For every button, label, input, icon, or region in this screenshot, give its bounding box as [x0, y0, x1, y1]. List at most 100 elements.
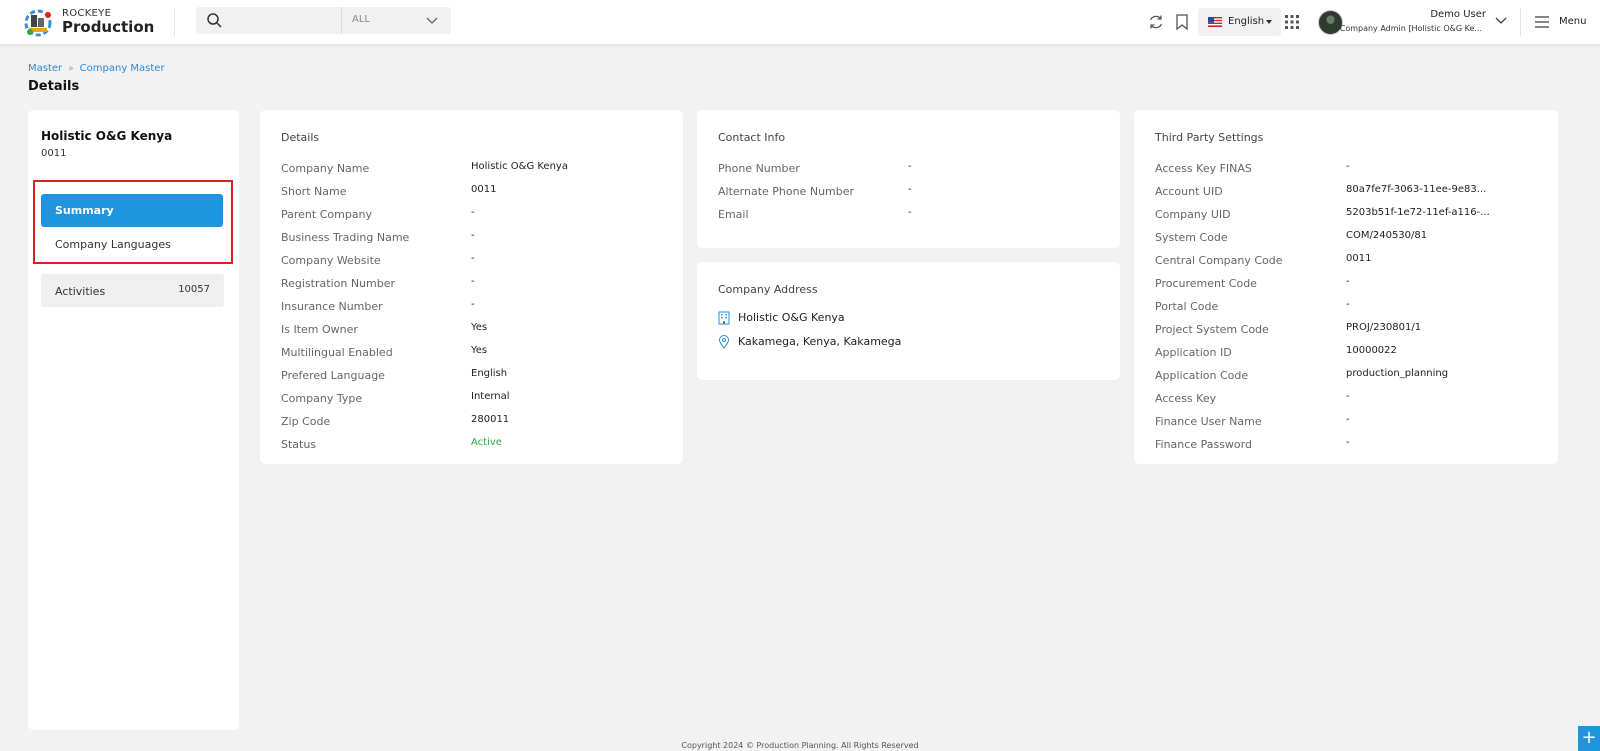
field-label: Parent Company [281, 208, 373, 221]
field-value: - [1346, 437, 1350, 448]
caret-down-icon [1266, 20, 1272, 24]
company-code: 0011 [41, 148, 67, 159]
field-value: - [1346, 391, 1350, 402]
breadcrumb: Master » Company Master [28, 63, 165, 74]
field-value: COM/240530/81 [1346, 230, 1428, 241]
chevron-down-icon[interactable] [1494, 14, 1508, 28]
field-label: Application ID [1155, 346, 1232, 359]
footer-copyright: Copyright 2024 © Production Planning. Al… [681, 741, 919, 750]
rockeye-logo-icon[interactable] [22, 6, 54, 38]
field-label: Email [718, 208, 749, 221]
field-value: - [908, 184, 912, 195]
field-label: Account UID [1155, 185, 1223, 198]
chevron-down-icon [426, 17, 438, 24]
field-value: Internal [471, 391, 510, 402]
field-label: Finance User Name [1155, 415, 1262, 428]
activities-label: Activities [55, 285, 106, 298]
field-value: PROJ/230801/1 [1346, 322, 1422, 333]
add-button[interactable]: + [1578, 726, 1600, 751]
field-label: Zip Code [281, 415, 331, 428]
search-input[interactable] [230, 11, 330, 30]
company-sidebar: Holistic O&G Kenya 0011 Summary Company … [28, 110, 239, 730]
breadcrumb-item-master[interactable]: Master [28, 63, 62, 74]
field-label: Company UID [1155, 208, 1231, 221]
field-value: English [471, 368, 508, 379]
field-label: Status [281, 438, 317, 451]
field-value: - [471, 230, 475, 241]
field-value: Yes [471, 322, 488, 333]
field-value: 0011 [471, 184, 497, 195]
sidebar-item-company-languages[interactable]: Company Languages [55, 238, 171, 251]
user-name[interactable]: Demo User [1430, 9, 1486, 20]
language-label: English [1228, 16, 1265, 27]
field-label: Finance Password [1155, 438, 1252, 451]
breadcrumb-separator-icon: » [68, 64, 74, 74]
field-value: 5203b51f-1e72-11ef-a116-... [1346, 207, 1490, 218]
field-value: - [471, 276, 475, 287]
brand-main-label: Production [62, 18, 155, 36]
company-name: Holistic O&G Kenya [41, 129, 173, 143]
field-label: Registration Number [281, 277, 396, 290]
search-scope-select[interactable]: ALL [342, 7, 451, 34]
status-badge: Active [471, 437, 502, 448]
field-value: - [1346, 161, 1350, 172]
us-flag-icon [1208, 17, 1222, 27]
company-address-title: Company Address [718, 283, 818, 296]
details-title: Details [281, 131, 320, 144]
apps-grid-icon[interactable] [1283, 13, 1301, 31]
user-role[interactable]: Company Admin [Holistic O&G Ke... [1340, 24, 1482, 33]
field-label: Is Item Owner [281, 323, 358, 336]
field-value: 10000022 [1346, 345, 1397, 356]
field-label: Phone Number [718, 162, 800, 175]
building-icon [718, 311, 730, 325]
sidebar-item-summary[interactable]: Summary [41, 194, 223, 227]
field-value: production_planning [1346, 368, 1449, 379]
field-value: Holistic O&G Kenya [471, 161, 568, 172]
field-label: Company Type [281, 392, 363, 405]
field-label: Business Trading Name [281, 231, 410, 244]
field-label: Portal Code [1155, 300, 1219, 313]
search-icon[interactable] [206, 12, 223, 29]
page-title: Details [28, 79, 80, 94]
field-value: - [471, 299, 475, 310]
field-label: Access Key FINAS [1155, 162, 1252, 175]
menu-button[interactable]: Menu [1559, 16, 1586, 27]
address-company-name: Holistic O&G Kenya [738, 311, 845, 324]
hamburger-menu-icon[interactable] [1534, 14, 1550, 30]
field-value: - [471, 253, 475, 264]
field-label: Short Name [281, 185, 347, 198]
field-label: System Code [1155, 231, 1228, 244]
language-selector[interactable]: English [1198, 8, 1281, 36]
field-label: Application Code [1155, 369, 1249, 382]
field-label: Procurement Code [1155, 277, 1257, 290]
field-value: - [1346, 299, 1350, 310]
field-label: Company Name [281, 162, 370, 175]
field-label: Access Key [1155, 392, 1217, 405]
third-party-settings-card: Third Party Settings Access Key FINAS - … [1134, 110, 1558, 464]
field-value: 80a7fe7f-3063-11ee-9e83... [1346, 184, 1487, 195]
refresh-icon[interactable] [1147, 13, 1165, 31]
contact-info-card: Contact Info Phone Number - Alternate Ph… [697, 110, 1120, 248]
sidebar-nav-highlight: Summary Company Languages [33, 180, 233, 264]
field-value: - [908, 161, 912, 172]
breadcrumb-item-company-master[interactable]: Company Master [80, 63, 165, 74]
location-pin-icon [718, 335, 730, 349]
field-value: - [471, 207, 475, 218]
bookmark-icon[interactable] [1173, 13, 1191, 31]
field-label: Company Website [281, 254, 381, 267]
field-label: Multilingual Enabled [281, 346, 393, 359]
global-search: ALL [196, 7, 451, 34]
field-label: Prefered Language [281, 369, 385, 382]
third-party-title: Third Party Settings [1155, 131, 1264, 144]
search-scope-value: ALL [352, 14, 370, 25]
field-value: 0011 [1346, 253, 1372, 264]
header-divider [174, 8, 175, 36]
details-card: Details Company Name Holistic O&G Kenya … [260, 110, 683, 464]
sidebar-item-activities[interactable]: Activities 10057 [41, 274, 224, 307]
address-location: Kakamega, Kenya, Kakamega [738, 335, 902, 348]
top-bar: ROCKEYE Production ALL English Demo User… [0, 0, 1600, 45]
field-value: - [1346, 414, 1350, 425]
field-label: Central Company Code [1155, 254, 1283, 267]
field-value: - [1346, 276, 1350, 287]
header-divider [1520, 8, 1521, 36]
